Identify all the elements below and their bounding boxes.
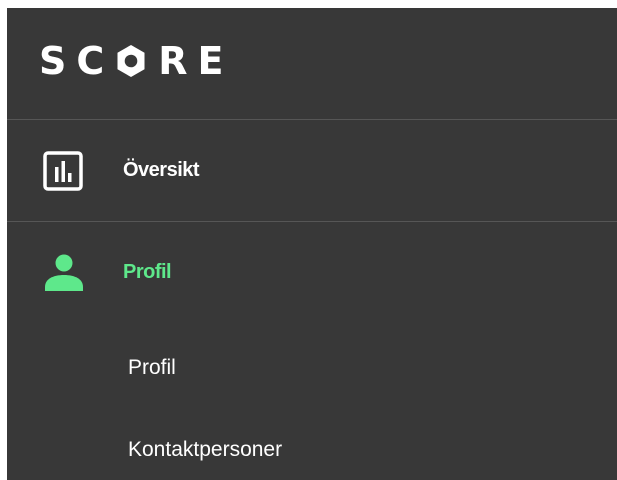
subnav-item-profil[interactable]: Profil — [7, 323, 617, 409]
logo-text-end: RE — [158, 38, 234, 83]
sidebar: SC RE Översikt Profil Profil Kontaktpers… — [7, 8, 617, 480]
logo-text-start: SC — [39, 38, 115, 83]
bar-chart-icon — [41, 149, 85, 193]
nav-item-label: Översikt — [123, 159, 200, 181]
nav-item-oversikt[interactable]: Översikt — [7, 120, 617, 221]
logo-row: SC RE — [7, 8, 617, 119]
hexagon-o-icon — [117, 44, 145, 77]
user-icon — [41, 251, 85, 295]
score-logo[interactable]: SC RE — [39, 42, 233, 80]
nav-item-label: Profil — [123, 261, 172, 283]
nav-item-profil[interactable]: Profil — [7, 222, 617, 323]
subnav-item-kontaktpersoner[interactable]: Kontaktpersoner — [7, 409, 617, 480]
